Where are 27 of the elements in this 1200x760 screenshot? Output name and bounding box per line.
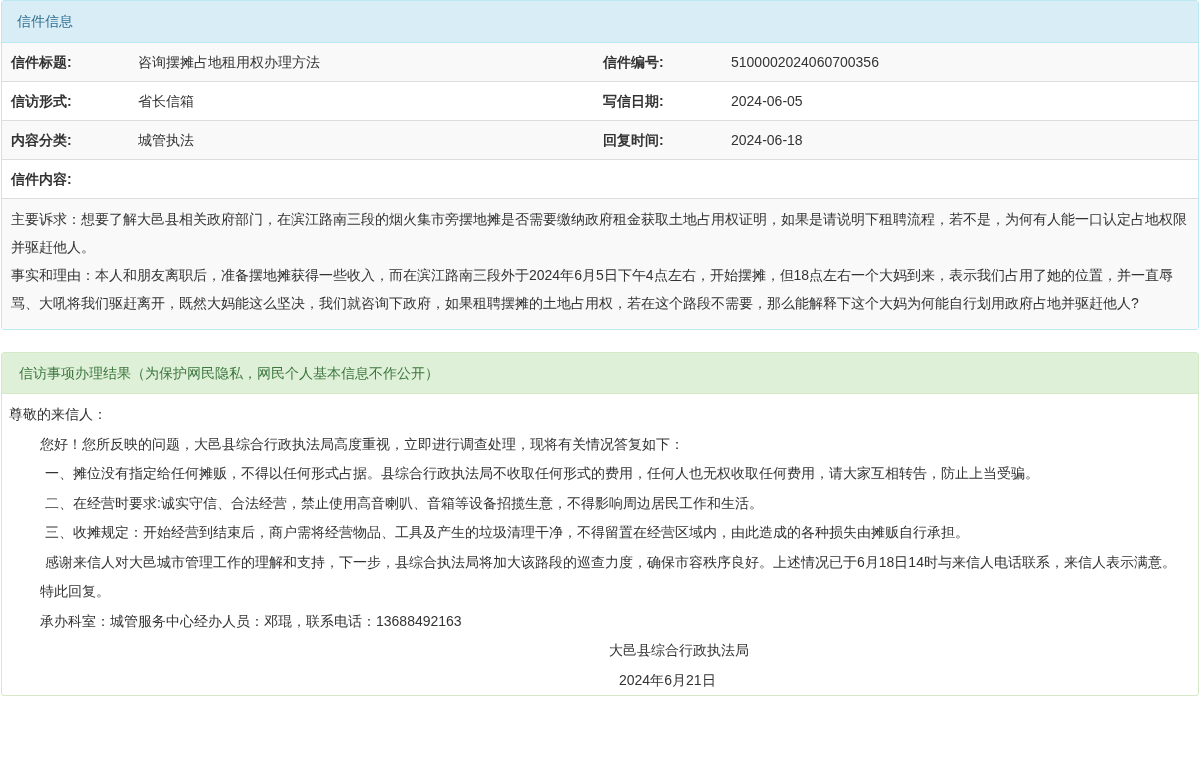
signature-date: 2024年6月21日 — [618, 670, 717, 690]
greeting-text: 尊敬的来信人： — [9, 405, 108, 424]
reply-paragraph: 三、收摊规定：开始经营到结束后，商户需将经营物品、工具及产生的垃圾清理干净，不得留置在经营区域内，由此造成的各种损失由摊贩自行承担。 — [44, 523, 970, 542]
letter-paragraph: 事实和理由：本人和朋友离职后，准备摆地摊获得一些收入，而在滨江路南三段外于2024年6月5日下午4点左右，开始摆摊，但18点左右一个大妈到来，表示我们占用了她的位置，并一直辱骂、大吼将我们驱赶离开，既然大妈能这么坚决，我们就咨询下政府，如果租聘摆摊的土地占用权，若在这个路段不需要，那么能解释下这个大妈为何能自行划用政府占地并驱赶他人? — [11, 266, 1175, 313]
field-label: 信件内容: — [10, 169, 72, 189]
reply-paragraph: 特此回复。 — [39, 582, 111, 601]
field-label: 信访形式: — [10, 91, 73, 111]
letter-paragraph: 主要诉求：想要了解大邑县相关政府部门，在滨江路南三段的烟火集市旁摆地摊是否需要缴纳政府租金获取土地占用权证明，如果是请说明下租聘流程，若不是，为何有人能一口认定占地权限并驱赶他人。 — [11, 210, 1188, 257]
field-value: 2024-06-05 — [730, 91, 804, 111]
field-label: 信件编号: — [602, 52, 665, 72]
panel-heading: 信访事项办理结果（为保护网民隐私，网民个人基本信息不作公开） — [2, 353, 1198, 394]
field-value: 5100002024060700356 — [730, 52, 880, 72]
field-label: 回复时间: — [602, 130, 665, 150]
field-value: 省长信箱 — [137, 91, 195, 111]
reply-paragraph: 承办科室：城管服务中心经办人员：邓琨，联系电话：13688492163 — [39, 611, 463, 631]
reply-paragraph: 一、摊位没有指定给任何摊贩，不得以任何形式占据。县综合行政执法局不收取任何形式的费用，任何人也无权收取任何费用，请大家互相转告，防止上当受骗。 — [44, 464, 1040, 483]
field-value: 城管执法 — [137, 130, 195, 150]
field-value: 咨询摆摊占地租用权办理方法 — [137, 52, 321, 72]
reply-paragraph: 您好！您所反映的问题，大邑县综合行政执法局高度重视，立即进行调查处理，现将有关情况答复如下： — [39, 434, 685, 454]
reply-paragraph: 二、在经营时要求:诚实守信、合法经营，禁止使用高音喇叭、音箱等设备招揽生意，不得影响周边居民工作和生活。 — [44, 493, 764, 513]
panel-heading: 信件信息 — [2, 1, 1198, 43]
field-label: 内容分类: — [10, 130, 73, 150]
signature-org: 大邑县综合行政执法局 — [608, 641, 750, 660]
field-label: 写信日期: — [602, 91, 665, 111]
reply-paragraph: 感谢来信人对大邑城市管理工作的理解和支持，下一步，县综合执法局将加大该路段的巡查力度，确保市容秩序良好。上述情况已于6月18日14时与来信人电话联系，来信人表示满意。 — [44, 552, 1177, 572]
field-value: 2024-06-18 — [730, 130, 804, 150]
field-label: 信件标题: — [10, 52, 73, 72]
